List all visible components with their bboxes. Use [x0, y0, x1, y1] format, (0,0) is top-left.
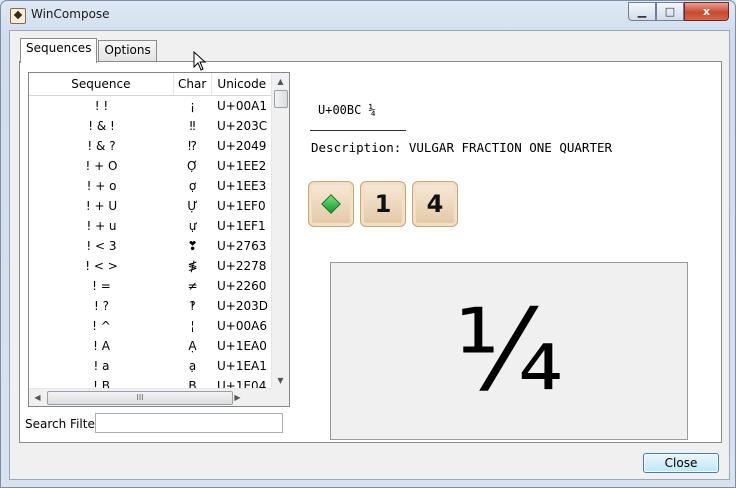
scroll-up-icon[interactable]: ▲	[272, 73, 289, 90]
sequence-cell: ! !	[94, 99, 109, 113]
compose-gem-icon	[321, 194, 341, 214]
unicode-cell: U+00A1	[217, 99, 267, 113]
char-cell: Ợ	[187, 159, 198, 173]
sequence-cell: ! < 3	[86, 239, 117, 253]
unicode-cell: U+2763	[217, 239, 267, 253]
sequence-list[interactable]: Sequence Char Unicode ! ! ¡ U+00A1 ! & ! ‼ U…	[28, 72, 290, 407]
unicode-cell: U+2278	[217, 259, 267, 273]
char-cell: ợ	[188, 179, 197, 193]
list-row[interactable]: ! = ≠ U+2260	[29, 276, 272, 296]
sequence-cell: ! & ?	[87, 139, 116, 153]
close-window-button[interactable]: x	[684, 2, 729, 21]
key-cap: 4	[412, 181, 458, 227]
scroll-corner	[272, 389, 289, 406]
char-cell: ≸	[187, 259, 198, 273]
app-icon	[10, 8, 26, 24]
search-filter-input[interactable]	[95, 413, 283, 433]
unicode-cell: U+1EF1	[217, 219, 266, 233]
list-row[interactable]: ! & ! ‼ U+203C	[29, 116, 272, 136]
column-header-char[interactable]: Char	[174, 73, 212, 95]
char-cell: ạ	[188, 359, 197, 373]
unicode-cell: U+1EF0	[217, 199, 266, 213]
scroll-right-icon[interactable]: ▶	[229, 389, 246, 406]
sequence-cell: ! ?	[94, 299, 109, 313]
scroll-down-icon[interactable]: ▼	[272, 372, 289, 389]
list-row[interactable]: ! A Ạ U+1EA0	[29, 336, 272, 356]
list-row[interactable]: ! + u ự U+1EF1	[29, 216, 272, 236]
sequence-cell: ! + u	[86, 219, 117, 233]
minimize-button[interactable]: ▁	[628, 2, 656, 21]
scroll-left-icon[interactable]: ◀	[29, 389, 46, 406]
list-row[interactable]: ! + U Ự U+1EF0	[29, 196, 272, 216]
main-window: WinCompose ▁ □ x Sequences Options Seque…	[0, 0, 736, 488]
unicode-cell: U+1EE3	[217, 179, 267, 193]
sequence-cell: ! & !	[88, 119, 115, 133]
sequence-cell: ! A	[93, 339, 110, 353]
list-row[interactable]: ! ^ ¦ U+00A6	[29, 316, 272, 336]
client-area: Sequences Options Sequence Char Unicode …	[9, 30, 730, 480]
unicode-cell: U+2049	[217, 139, 267, 153]
list-rows: ! ! ¡ U+00A1 ! & ! ‼ U+203C ! & ? ⁉ U+2049 ! +…	[29, 96, 272, 396]
divider	[310, 130, 406, 131]
char-cell: ‽	[189, 299, 196, 313]
tab-options[interactable]: Options	[98, 40, 157, 62]
maximize-button[interactable]: □	[656, 2, 684, 21]
unicode-cell: U+00A6	[217, 319, 267, 333]
char-cell: ự	[188, 219, 197, 233]
unicode-cell: U+2260	[217, 279, 267, 293]
char-cell: Ạ	[188, 339, 197, 353]
unicode-cell: U+1EE2	[217, 159, 267, 173]
compose-key-icon	[308, 181, 354, 227]
tab-strip: Sequences Options	[20, 38, 158, 63]
horizontal-scrollbar[interactable]: ◀ III ▶	[29, 388, 272, 406]
list-row[interactable]: ! < 3 ❣ U+2763	[29, 236, 272, 256]
sequence-cell: ! + o	[86, 179, 117, 193]
list-row[interactable]: ! a ạ U+1EA1	[29, 356, 272, 376]
sequence-cell: ! + U	[85, 199, 118, 213]
char-cell: ¦	[190, 319, 195, 333]
char-cell: ≠	[187, 279, 198, 293]
vertical-scroll-thumb[interactable]	[274, 90, 288, 108]
close-button[interactable]: Close	[643, 453, 719, 473]
list-row[interactable]: ! & ? ⁉ U+2049	[29, 136, 272, 156]
search-filter-label: Search Filter:	[25, 417, 104, 431]
sequence-cell: ! a	[93, 359, 110, 373]
char-cell: Ự	[187, 199, 198, 213]
preview-glyph: ¼	[454, 286, 564, 416]
sequence-cell: ! ^	[92, 319, 111, 333]
list-header: Sequence Char Unicode	[29, 73, 272, 96]
char-cell: ‼	[189, 119, 196, 133]
horizontal-scroll-thumb[interactable]: III	[47, 391, 233, 405]
sequence-cell: ! + O	[85, 159, 118, 173]
list-row[interactable]: ! < > ≸ U+2278	[29, 256, 272, 276]
unicode-cell: U+1EA1	[217, 359, 267, 373]
list-row[interactable]: ! + o ợ U+1EE3	[29, 176, 272, 196]
title-bar[interactable]: WinCompose ▁ □ x	[1, 1, 735, 29]
key-cap: 1	[360, 181, 406, 227]
sequence-cell: ! < >	[85, 259, 118, 273]
list-row[interactable]: ! + O Ợ U+1EE2	[29, 156, 272, 176]
column-header-unicode[interactable]: Unicode	[212, 73, 273, 95]
character-preview: ¼	[330, 262, 688, 440]
column-header-sequence[interactable]: Sequence	[29, 73, 174, 95]
vertical-scrollbar[interactable]: ▲ ▼	[271, 73, 289, 389]
sequence-cell: ! =	[92, 279, 111, 293]
unicode-code-label: U+00BC ¼	[318, 103, 376, 117]
char-cell: ¡	[190, 99, 195, 113]
description-text: Description: VULGAR FRACTION ONE QUARTER	[311, 140, 613, 155]
list-row[interactable]: ! ! ¡ U+00A1	[29, 96, 272, 116]
char-cell: ❣	[187, 239, 198, 253]
char-cell: ⁉	[188, 139, 197, 153]
tab-sequences[interactable]: Sequences	[20, 38, 98, 63]
list-row[interactable]: ! ? ‽ U+203D	[29, 296, 272, 316]
sequences-panel: Sequence Char Unicode ! ! ¡ U+00A1 ! & ! ‼ U…	[19, 61, 722, 443]
unicode-cell: U+1EA0	[217, 339, 267, 353]
window-title: WinCompose	[31, 7, 110, 21]
unicode-cell: U+203C	[217, 119, 268, 133]
unicode-cell: U+203D	[217, 299, 268, 313]
